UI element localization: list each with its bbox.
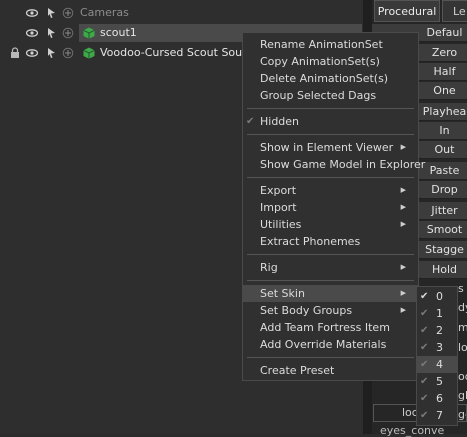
check-icon: ✔ (420, 359, 429, 370)
visibility-eye-icon[interactable] (25, 47, 39, 59)
menu-separator (247, 108, 414, 109)
visibility-eye-icon[interactable] (25, 27, 39, 39)
menu-item-import[interactable]: Import ▶ (243, 199, 418, 216)
model-cube-icon (83, 47, 95, 59)
check-icon: ✔ (420, 410, 429, 421)
submenu-arrow-icon: ▶ (400, 263, 406, 271)
menu-item-show-game-model-in-explorer[interactable]: Show Game Model in Explorer (243, 156, 425, 173)
partial-text: s (458, 282, 464, 295)
check-icon: ✔ (420, 308, 429, 319)
check-icon: ✔ (420, 393, 429, 404)
select-arrow-icon[interactable] (45, 27, 57, 39)
menu-item-rig[interactable]: Rig ▶ (243, 259, 418, 276)
partial-text: dy (458, 301, 467, 314)
partial-text: gh (458, 389, 467, 402)
menu-item-copy-animationsets[interactable]: Copy AnimationSet(s) (243, 53, 418, 70)
skin-option-2[interactable]: ✔ 2 (417, 322, 457, 339)
check-icon: ✔ (420, 376, 429, 387)
menu-item-export[interactable]: Export ▶ (243, 182, 418, 199)
submenu-arrow-icon: ▶ (400, 220, 406, 228)
partial-text: lo (458, 341, 467, 354)
submenu-arrow-icon: ▶ (400, 203, 406, 211)
tree-row-label: Cameras (80, 6, 129, 19)
menu-separator (247, 254, 414, 255)
menu-item-delete-animationsets[interactable]: Delete AnimationSet(s) (243, 70, 418, 87)
menu-separator (247, 357, 414, 358)
partial-text: mp (458, 321, 467, 334)
check-icon: ✔ (246, 116, 255, 127)
menu-separator (247, 134, 414, 135)
menu-item-add-team-fortress-item[interactable]: Add Team Fortress Item (243, 319, 418, 336)
expand-plus-icon[interactable] (62, 7, 74, 19)
context-menu: Rename AnimationSet Copy AnimationSet(s)… (242, 32, 425, 381)
skin-option-3[interactable]: ✔ 3 (417, 339, 457, 356)
lock-icon[interactable] (9, 47, 21, 59)
menu-separator (247, 280, 414, 281)
visibility-eye-icon[interactable] (25, 7, 39, 19)
select-arrow-icon[interactable] (45, 7, 57, 19)
menu-item-hidden[interactable]: ✔ Hidden (243, 113, 418, 130)
skin-option-6[interactable]: ✔ 6 (417, 390, 457, 407)
menu-item-show-in-element-viewer[interactable]: Show in Element Viewer ▶ (243, 139, 418, 156)
menu-item-utilities[interactable]: Utilities ▶ (243, 216, 418, 233)
tree-row-cameras[interactable]: Cameras (0, 3, 363, 23)
model-cube-icon (83, 27, 95, 39)
menu-item-set-skin[interactable]: Set Skin ▶ (243, 285, 418, 302)
check-icon: ✔ (420, 291, 429, 302)
menu-item-add-override-materials[interactable]: Add Override Materials (243, 336, 418, 353)
tab-le[interactable]: Le (442, 0, 467, 22)
partial-text: od (458, 370, 467, 383)
skin-option-1[interactable]: ✔ 1 (417, 305, 457, 322)
menu-item-create-preset[interactable]: Create Preset (243, 362, 418, 379)
submenu-arrow-icon: ▶ (400, 143, 406, 151)
submenu-arrow-icon: ▶ (400, 306, 406, 314)
menu-item-extract-phonemes[interactable]: Extract Phonemes (243, 233, 418, 250)
tree-row-label: scout1 (100, 26, 137, 39)
submenu-arrow-icon: ▶ (400, 186, 406, 194)
expand-plus-icon[interactable] (62, 47, 74, 59)
check-icon: ✔ (420, 325, 429, 336)
skin-option-5[interactable]: ✔ 5 (417, 373, 457, 390)
tab-procedural[interactable]: Procedural (374, 0, 440, 22)
skin-option-4[interactable]: ✔ 4 (417, 356, 457, 373)
expand-plus-icon[interactable] (62, 27, 74, 39)
menu-item-group-selected-dags[interactable]: Group Selected Dags (243, 87, 418, 104)
select-arrow-icon[interactable] (45, 47, 57, 59)
menu-item-set-body-groups[interactable]: Set Body Groups ▶ (243, 302, 418, 319)
skin-option-7[interactable]: ✔ 7 (417, 407, 457, 424)
submenu-arrow-icon: ▶ (400, 289, 406, 297)
menu-separator (247, 177, 414, 178)
skin-option-0[interactable]: ✔ 0 (417, 288, 457, 305)
check-icon: ✔ (420, 342, 429, 353)
tree-row-label: Voodoo-Cursed Scout Soul (100, 46, 246, 59)
set-skin-submenu: ✔ 0 ✔ 1 ✔ 2 ✔ 3 ✔ 4 ✔ 5 ✔ 6 ✔ 7 (416, 286, 458, 426)
menu-item-rename-animationset[interactable]: Rename AnimationSet (243, 36, 418, 53)
